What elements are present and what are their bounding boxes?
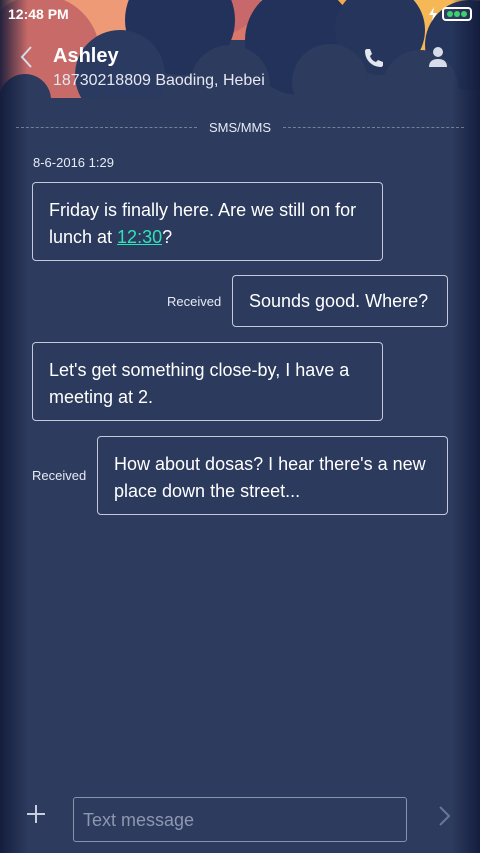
message-bubble-incoming[interactable]: How about dosas? I hear there's a new pl… xyxy=(97,436,448,515)
message-text-end: ? xyxy=(162,227,173,247)
compose-bar: Text message xyxy=(0,790,480,853)
status-icons xyxy=(428,7,472,21)
conversation-header: Ashley 18730218809 Baoding, Hebei xyxy=(0,36,480,100)
charging-icon xyxy=(429,7,437,21)
message-bubble-outgoing[interactable]: Friday is finally here. Are we still on … xyxy=(32,182,383,261)
message-input[interactable]: Text message xyxy=(73,797,407,842)
time-link[interactable]: 12:30 xyxy=(117,227,162,247)
status-bar: 12:48 PM xyxy=(0,0,480,28)
battery-icon xyxy=(442,7,472,21)
message-text: Let's get something close-by, I have a m… xyxy=(49,360,350,407)
message-bubble-incoming[interactable]: Sounds good. Where? xyxy=(232,275,448,327)
contact-icon[interactable] xyxy=(427,46,449,68)
send-icon[interactable] xyxy=(436,804,452,828)
channel-divider: SMS/MMS xyxy=(16,118,464,136)
message-text: How about dosas? I hear there's a new pl… xyxy=(114,454,426,501)
received-label: Received xyxy=(167,294,222,309)
message-bubble-outgoing[interactable]: Let's get something close-by, I have a m… xyxy=(32,342,383,421)
received-label: Received xyxy=(32,468,87,483)
phone-icon[interactable] xyxy=(362,46,386,70)
plus-icon[interactable] xyxy=(26,804,46,824)
status-time: 12:48 PM xyxy=(8,6,69,22)
message-text: Friday is finally here. Are we still on … xyxy=(49,200,357,247)
message-text: Sounds good. Where? xyxy=(249,291,429,311)
contact-name: Ashley xyxy=(53,45,119,67)
contact-number-location: 18730218809 Baoding, Hebei xyxy=(53,72,265,89)
message-timestamp: 8-6-2016 1:29 xyxy=(33,155,114,170)
back-icon[interactable] xyxy=(16,44,38,70)
channel-label: SMS/MMS xyxy=(208,119,272,135)
